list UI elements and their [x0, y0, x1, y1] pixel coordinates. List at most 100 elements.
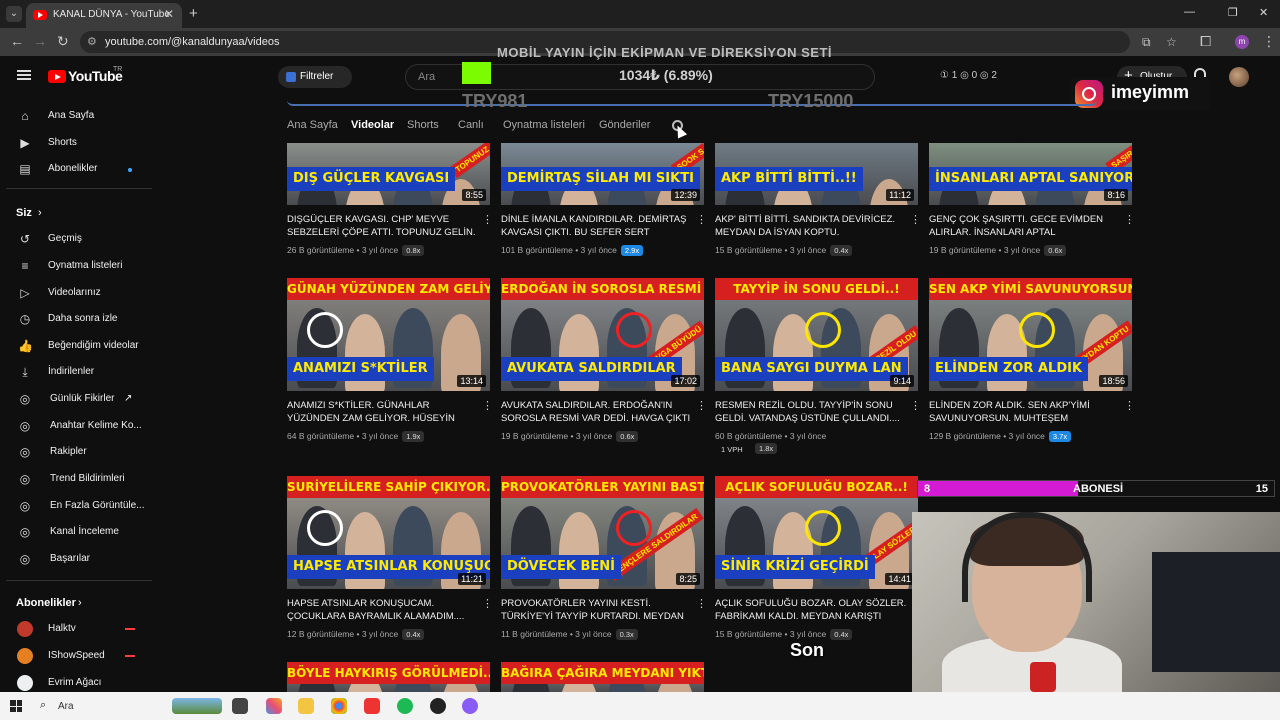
sidebar-item-ideas[interactable]: ◎ Günlük Fikirler ↗	[0, 386, 155, 412]
tab-playlists[interactable]: Oynatma listeleri	[503, 119, 585, 131]
video-title[interactable]: AÇLIK SOFULUĞU BOZAR. OLAY SÖZLER. FABRİ…	[715, 597, 907, 623]
video-thumbnail[interactable]: AÇLIK SOFULUĞU BOZAR..! OLAY SÖZLER SİNİR …	[715, 476, 918, 589]
sidebar-item-shorts[interactable]: ▶ Shorts	[0, 130, 155, 156]
close-window-icon[interactable]: ✕	[1259, 6, 1268, 19]
chrome-icon[interactable]	[331, 698, 347, 714]
windows-start-icon[interactable]	[10, 700, 22, 712]
tab-posts[interactable]: Gönderiler	[599, 119, 650, 131]
video-menu-icon[interactable]: ⋮	[696, 399, 707, 412]
video-title[interactable]: DIŞGÜÇLER KAVGASI. CHP' MEYVE SEBZELERİ …	[287, 213, 479, 239]
twitch-app-icon[interactable]	[462, 698, 478, 714]
view-count: 15 B görüntüleme	[715, 245, 783, 255]
video-thumbnail[interactable]: ŞOOK S DEMİRTAŞ SİLAH MI SIKTI 12:39	[501, 143, 704, 205]
hamburger-menu-icon[interactable]	[17, 70, 31, 80]
sidebar-item-most-viewed[interactable]: ◎ En Fazla Görüntüle...	[0, 493, 155, 519]
url-text[interactable]: youtube.com/@kanaldunyaa/videos	[105, 36, 279, 48]
video-title[interactable]: ELİNDEN ZOR ALDIK. SEN AKP'YİMİ SAVUNUYO…	[929, 399, 1121, 425]
video-thumbnail[interactable]: ŞAŞIRİNSANLARI APTAL SANIYORLAR8:16	[929, 143, 1132, 205]
video-title[interactable]: PROVOKATÖRLER YAYINI KESTİ. TÜRKİYE'Yİ T…	[501, 597, 693, 623]
video-title[interactable]: ANAMIZI S*KTİLER. GÜNAHLAR YÜZÜNDEN ZAM …	[287, 399, 479, 425]
restore-icon[interactable]: ❐	[1228, 6, 1238, 19]
browser-tab[interactable]: KANAL DÜNYA - YouTube ✕	[26, 3, 182, 28]
wps-office-icon[interactable]	[364, 698, 380, 714]
sidebar-item-home[interactable]: ⌂ Ana Sayfa	[0, 103, 155, 129]
channel-avatar	[17, 621, 33, 637]
video-menu-icon[interactable]: ⋮	[696, 597, 707, 610]
video-menu-icon[interactable]: ⋮	[910, 399, 921, 412]
sidebar-item-achievements[interactable]: ◎ Başarılar	[0, 546, 155, 572]
video-thumbnail[interactable]: PROVOKATÖRLER YAYINI BASTI..! GENÇLERE SA…	[501, 476, 704, 589]
sidebar-item-history[interactable]: ↺ Geçmiş	[0, 226, 155, 252]
video-menu-icon[interactable]: ⋮	[910, 213, 921, 226]
video-thumbnail[interactable]: SEN AKP YİMİ SAVUNUYORSUN MEYDAN KOPTU ELİ…	[929, 278, 1132, 391]
video-menu-icon[interactable]: ⋮	[1124, 399, 1135, 412]
sidebar-item-your-videos[interactable]: ▷ Videolarınız	[0, 280, 155, 306]
sidebar-you-heading[interactable]: Siz	[16, 207, 32, 219]
taskbar-search-icon[interactable]: ⌕	[40, 699, 46, 712]
site-info-icon[interactable]: ⚙	[87, 35, 97, 48]
tab-shorts[interactable]: Shorts	[407, 119, 439, 131]
tab-videos[interactable]: Videolar	[351, 119, 394, 131]
obs-studio-icon[interactable]	[430, 698, 446, 714]
video-thumbnail[interactable]: AKP BİTTİ BİTTİ..!! 11:12	[715, 143, 918, 205]
video-thumbnail[interactable]: GÜNAH YÜZÜNDEN ZAM GELİYOR ANAMIZI S*KTİL…	[287, 278, 490, 391]
video-thumbnail[interactable]: SURİYELİLERE SAHİP ÇIKIYOR..! HAPSE ATSIN…	[287, 476, 490, 589]
video-menu-icon[interactable]: ⋮	[482, 213, 493, 226]
video-title[interactable]: DİNLE İMANLA KANDIRDILAR. DEMİRTAŞ KAVGA…	[501, 213, 693, 239]
bookmark-star-icon[interactable]: ☆	[1166, 35, 1177, 49]
video-title[interactable]: AVUKATA SALDIRDILAR. ERDOĞAN'IN SOROSLA …	[501, 399, 693, 425]
tab-live[interactable]: Canlı	[458, 119, 484, 131]
video-menu-icon[interactable]: ⋮	[482, 399, 493, 412]
minimize-icon[interactable]: —	[1184, 6, 1195, 18]
profile-avatar[interactable]: m	[1235, 35, 1249, 49]
outlier-score-badge: 0.4x	[830, 245, 853, 256]
reload-icon[interactable]: ↻	[57, 33, 69, 50]
video-title[interactable]: HAPSE ATSINLAR KONUŞUCAM. ÇOCUKLARA BAYR…	[287, 597, 479, 623]
filters-button[interactable]: Filtreler	[278, 66, 352, 88]
video-menu-icon[interactable]: ⋮	[482, 597, 493, 610]
video-title[interactable]: RESMEN REZİL OLDU. TAYYİP'İN SONU GELDİ.…	[715, 399, 907, 425]
sidebar-item-label: En Fazla Görüntüle...	[50, 500, 145, 511]
video-thumbnail[interactable]: BAĞIRA ÇAĞIRA MEYDANI YIKT	[501, 662, 704, 692]
video-menu-icon[interactable]: ⋮	[1124, 213, 1135, 226]
video-menu-icon[interactable]: ⋮	[696, 213, 707, 226]
video-title[interactable]: GENÇ ÇOK ŞAŞIRTTI. GECE EVİMDEN ALIRLAR.…	[929, 213, 1121, 239]
sidebar-item-trend[interactable]: ◎ Trend Bildirimleri	[0, 466, 155, 492]
sidebar-item-channel-review[interactable]: ◎ Kanal İnceleme	[0, 519, 155, 545]
sidebar-item-playlists[interactable]: ≡ Oynatma listeleri	[0, 253, 155, 279]
spotify-icon[interactable]	[397, 698, 413, 714]
video-thumbnail[interactable]: TOPUNUZ DIŞ GÜÇLER KAVGASI 8:55	[287, 143, 490, 205]
sidebar-item-keyword[interactable]: ◎ Anahtar Kelime Ko...	[0, 413, 155, 439]
sidebar-item-competitors[interactable]: ◎ Rakipler	[0, 439, 155, 465]
taskbar-search-label[interactable]: Ara	[58, 701, 74, 712]
subscription-item[interactable]: Halktv	[0, 616, 155, 642]
cast-icon[interactable]: ⧉	[1142, 35, 1151, 50]
video-thumbnail[interactable]: TAYYİP İN SONU GELDİ..! REZİL OLDU BANA SA…	[715, 278, 918, 391]
video-title[interactable]: AKP' BİTTİ BİTTİ. SANDIKTA DEVİRİCEZ. ME…	[715, 213, 907, 239]
extensions-icon[interactable]: ⧠	[1200, 33, 1211, 50]
video-thumbnail[interactable]: BÖYLE HAYKIRIŞ GÖRÜLMEDİ..!	[287, 662, 490, 692]
video-thumbnail[interactable]: ERDOĞAN İN SOROSLA RESMİ VARKAVGA BÜYÜDÜ…	[501, 278, 704, 391]
new-tab-icon[interactable]: +	[189, 5, 198, 22]
file-explorer-icon[interactable]	[298, 698, 314, 714]
weather-widget-icon[interactable]	[172, 698, 222, 714]
tab-home[interactable]: Ana Sayfa	[287, 119, 338, 131]
subscription-item[interactable]: IShowSpeed	[0, 643, 155, 669]
competitors-icon: ◎	[19, 445, 31, 459]
tab-search-menu-icon[interactable]: ⌄	[6, 6, 22, 22]
sidebar-item-watch-later[interactable]: ◷ Daha sonra izle	[0, 306, 155, 332]
browser-menu-icon[interactable]: ⋮	[1262, 33, 1276, 50]
back-icon[interactable]: ←	[10, 33, 24, 49]
sidebar-item-subscriptions[interactable]: ▤ Abonelikler	[0, 156, 155, 182]
sidebar-item-like[interactable]: 👍 Beğendiğim videolar	[0, 333, 155, 359]
account-avatar[interactable]	[1229, 67, 1249, 87]
task-view-icon[interactable]	[232, 698, 248, 714]
youtube-logo-icon[interactable]	[48, 70, 66, 83]
video-duration: 9:14	[890, 375, 914, 387]
forward-icon[interactable]: →	[33, 33, 47, 49]
filters-label: Filtreler	[300, 71, 334, 82]
close-tab-icon[interactable]: ✕	[164, 7, 174, 21]
copilot-icon[interactable]	[266, 698, 282, 714]
sidebar-item-download[interactable]: ⤓ İndirilenler	[0, 359, 155, 385]
sidebar-subscriptions-heading[interactable]: Abonelikler	[16, 597, 76, 609]
